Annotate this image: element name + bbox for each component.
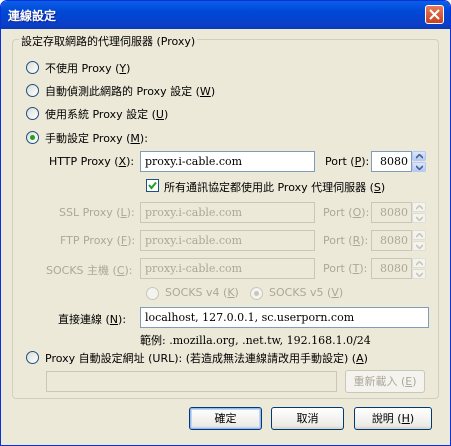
spin-up-button[interactable]: [412, 202, 426, 212]
http-proxy-input[interactable]: proxy.i-cable.com: [140, 151, 315, 172]
chevron-down-icon: [416, 272, 423, 277]
radio-no-proxy[interactable]: [26, 61, 39, 74]
close-button[interactable]: [425, 5, 444, 24]
socks-host-input[interactable]: proxy.i-cable.com: [140, 258, 315, 279]
ftp-port-stepper[interactable]: [412, 230, 426, 251]
socks-host-label: SOCKS 主機 (C):: [46, 264, 133, 277]
socks-v4-label: SOCKS v4 (K): [165, 286, 239, 299]
radio-auto-config-url[interactable]: [26, 351, 39, 364]
window-title: 連線設定: [8, 9, 57, 23]
socks-port-stepper[interactable]: [412, 258, 426, 279]
chevron-down-icon: [416, 216, 423, 221]
no-proxy-input[interactable]: localhost, 127.0.0.1, sc.userporn.com: [140, 307, 429, 328]
spin-down-button[interactable]: [412, 213, 426, 223]
socks-v5-label: SOCKS v5 (V): [269, 286, 344, 299]
ssl-port-input[interactable]: 8080: [371, 202, 412, 223]
spin-down-button[interactable]: [412, 269, 426, 279]
radio-socks-v5[interactable]: [250, 287, 263, 300]
auto-config-url-input[interactable]: [46, 371, 337, 392]
title-bar[interactable]: 連線設定: [1, 1, 450, 29]
spin-up-button[interactable]: [412, 258, 426, 268]
label-system-proxy: 使用系統 Proxy 設定 (U): [45, 108, 169, 121]
http-port-input[interactable]: 8080: [371, 151, 412, 172]
label-manual-proxy: 手動設定 Proxy (M):: [45, 132, 148, 145]
ftp-proxy-label: FTP Proxy (F):: [60, 234, 136, 247]
ssl-port-label: Port (O):: [323, 206, 370, 219]
spin-up-button[interactable]: [412, 151, 426, 161]
ok-button[interactable]: 確定: [189, 407, 262, 430]
checkmark-icon: [148, 181, 157, 190]
ssl-port-stepper[interactable]: [412, 202, 426, 223]
socks-port-label: Port (T):: [323, 262, 368, 275]
ftp-proxy-input[interactable]: proxy.i-cable.com: [140, 230, 315, 251]
radio-manual-proxy[interactable]: [26, 131, 39, 144]
radio-socks-v4[interactable]: [146, 287, 159, 300]
ftp-port-input[interactable]: 8080: [371, 230, 412, 251]
group-legend: 設定存取網路的代理伺服器 (Proxy): [19, 33, 198, 49]
share-all-checkbox[interactable]: [146, 179, 159, 192]
close-icon: [429, 9, 440, 20]
chevron-down-icon: [416, 244, 423, 249]
cancel-button[interactable]: 取消: [271, 407, 344, 430]
reload-button[interactable]: 重新載入 (E): [345, 370, 425, 393]
no-proxy-label: 直接連線 (N):: [58, 313, 127, 326]
label-no-proxy: 不使用 Proxy (Y): [45, 62, 131, 75]
spin-down-button[interactable]: [412, 241, 426, 251]
share-all-label: 所有通訊協定都使用此 Proxy 代理伺服器 (S): [164, 181, 386, 194]
chevron-down-icon: [416, 165, 423, 170]
http-port-stepper[interactable]: [412, 151, 426, 172]
label-auto-detect: 自動偵測此網路的 Proxy 設定 (W): [45, 85, 216, 98]
spin-down-button[interactable]: [412, 162, 426, 172]
chevron-up-icon: [416, 233, 423, 238]
help-button[interactable]: 說明 (H): [354, 407, 432, 430]
ftp-port-label: Port (R):: [323, 234, 369, 247]
radio-system-proxy[interactable]: [26, 107, 39, 120]
ssl-proxy-label: SSL Proxy (L):: [59, 206, 135, 219]
socks-port-input[interactable]: 8080: [371, 258, 412, 279]
chevron-up-icon: [416, 154, 423, 159]
http-port-label: Port (P):: [325, 155, 370, 168]
radio-auto-detect[interactable]: [26, 84, 39, 97]
http-proxy-label: HTTP Proxy (X):: [49, 155, 135, 168]
ssl-proxy-input[interactable]: proxy.i-cable.com: [140, 202, 315, 223]
chevron-up-icon: [416, 205, 423, 210]
chevron-up-icon: [416, 261, 423, 266]
auto-config-url-label: Proxy 自動設定網址 (URL): (若造成無法連線請改用手動設定) (A): [45, 352, 368, 365]
no-proxy-example: 範例: .mozilla.org, .net.tw, 192.168.1.0/2…: [140, 334, 371, 347]
connection-settings-dialog: 連線設定 設定存取網路的代理伺服器 (Proxy) 不使用 Proxy (Y) …: [0, 0, 451, 446]
spin-up-button[interactable]: [412, 230, 426, 240]
